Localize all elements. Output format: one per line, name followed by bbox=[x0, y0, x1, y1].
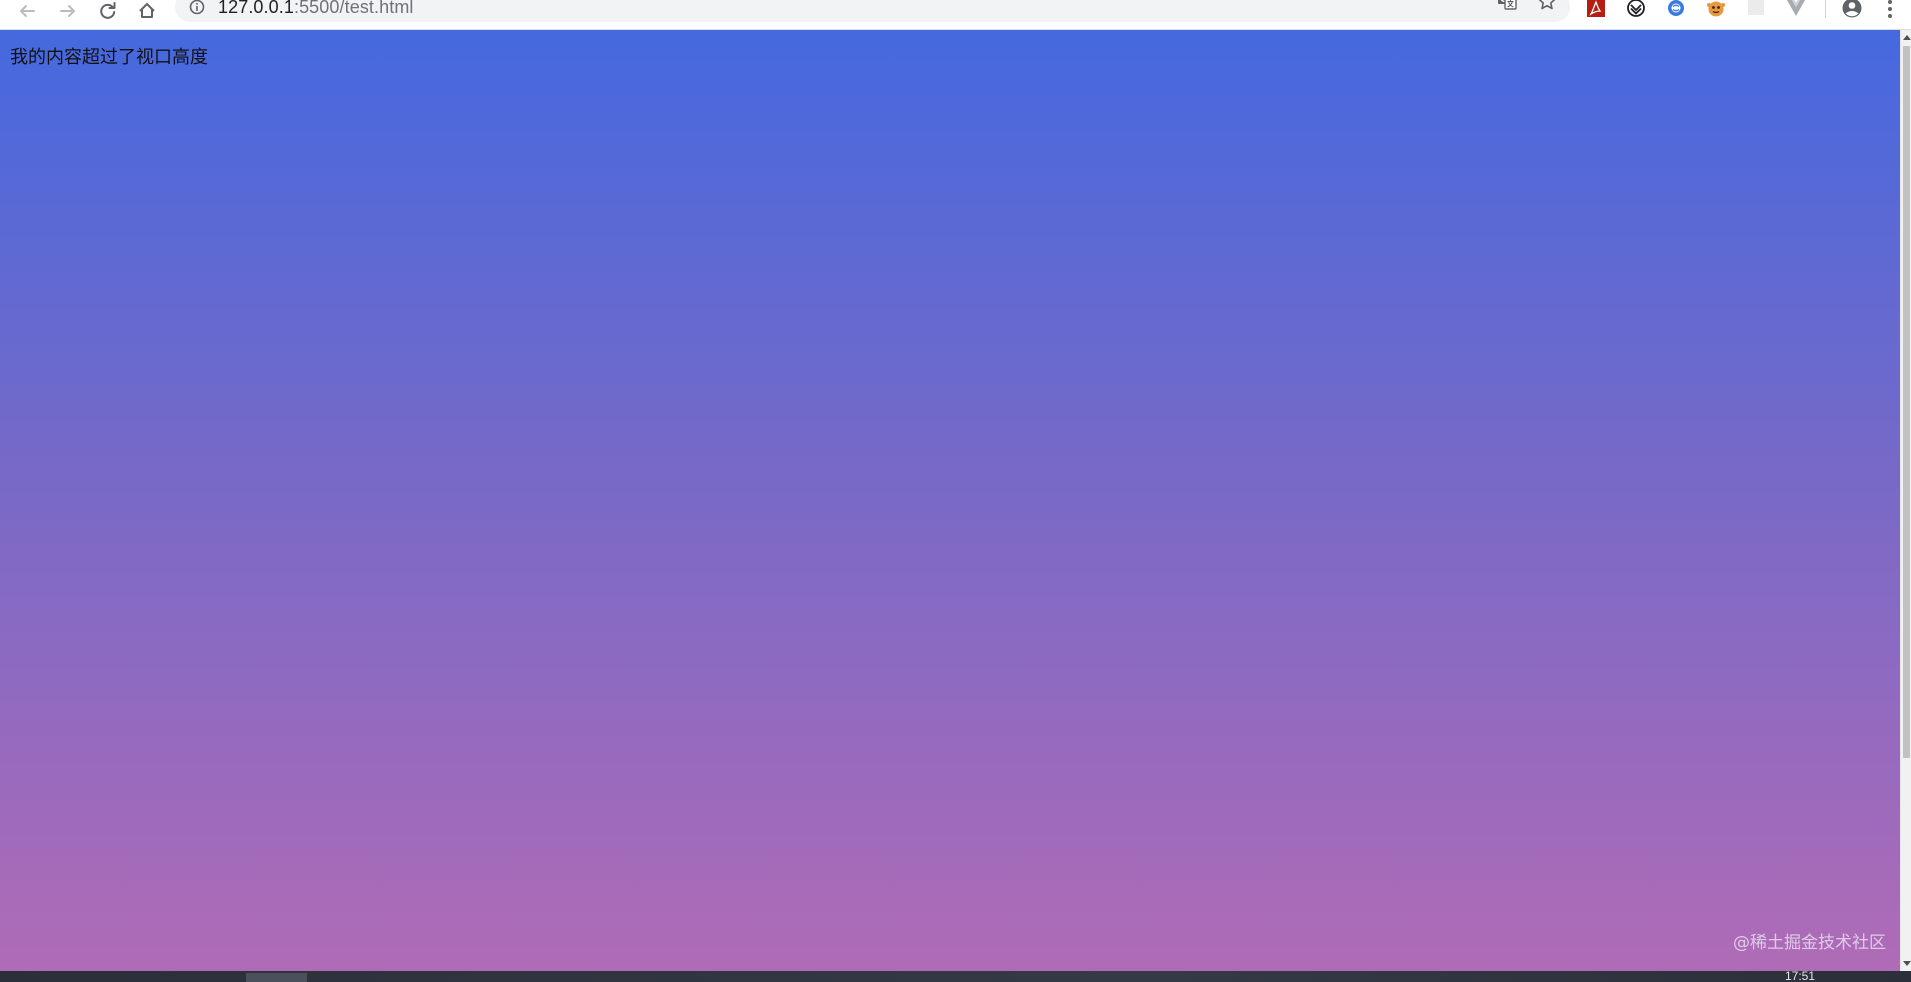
profile-avatar-icon bbox=[1842, 0, 1862, 18]
menu-kebab-icon bbox=[1888, 0, 1892, 18]
watermark: @稀土掘金技术社区 bbox=[1733, 933, 1886, 953]
profile-button[interactable] bbox=[1839, 0, 1865, 20]
scroll-up-arrow-icon bbox=[1902, 35, 1911, 40]
vertical-scrollbar[interactable] bbox=[1900, 30, 1911, 971]
url-text[interactable]: 127.0.0.1:5500/test.html bbox=[218, 0, 414, 18]
scroll-thumb[interactable] bbox=[1903, 46, 1910, 758]
acrobat-extension-icon bbox=[1587, 0, 1605, 17]
address-bar[interactable]: 127.0.0.1:5500/test.html G bbox=[175, 0, 1570, 22]
tampermonkey-extension-icon bbox=[1707, 1, 1725, 17]
toolbar-separator bbox=[1825, 0, 1826, 18]
home-button[interactable] bbox=[131, 0, 163, 22]
translate-button[interactable]: G bbox=[1495, 0, 1519, 12]
vue-devtools-extension-button[interactable] bbox=[1783, 0, 1809, 20]
bookmark-star-icon bbox=[1538, 0, 1556, 10]
acrobat-extension-button[interactable] bbox=[1583, 0, 1609, 20]
blank-extension-button[interactable] bbox=[1743, 0, 1769, 20]
back-arrow-icon bbox=[20, 5, 35, 17]
url-host: 127.0.0.1 bbox=[218, 0, 294, 17]
page-viewport: 我的内容超过了视口高度 @稀土掘金技术社区 bbox=[0, 30, 1900, 971]
menu-button[interactable] bbox=[1880, 0, 1900, 20]
chrome-extension-blue-button[interactable] bbox=[1663, 0, 1689, 20]
scroll-up-button[interactable] bbox=[1901, 30, 1911, 44]
blank-extension-icon bbox=[1748, 0, 1764, 15]
tampermonkey-extension-button[interactable] bbox=[1703, 0, 1729, 20]
forward-arrow-icon bbox=[60, 5, 75, 17]
wappalyzer-extension-icon bbox=[1627, 0, 1645, 17]
vue-devtools-extension-icon bbox=[1787, 0, 1805, 16]
reload-icon bbox=[100, 2, 116, 19]
taskbar-active-app[interactable] bbox=[246, 973, 307, 982]
translate-icon: G bbox=[1498, 0, 1517, 10]
bookmark-button[interactable] bbox=[1535, 0, 1559, 12]
browser-toolbar: 127.0.0.1:5500/test.html G bbox=[0, 0, 1911, 30]
wappalyzer-extension-button[interactable] bbox=[1623, 0, 1649, 20]
scroll-down-arrow-icon bbox=[1902, 961, 1911, 966]
forward-button[interactable] bbox=[52, 0, 84, 22]
reload-button[interactable] bbox=[92, 0, 124, 22]
os-taskbar: 17:51 bbox=[0, 971, 1911, 982]
scroll-down-button[interactable] bbox=[1901, 957, 1911, 971]
page-content-text: 我的内容超过了视口高度 bbox=[10, 47, 208, 68]
url-path: :5500/test.html bbox=[293, 0, 414, 17]
chrome-extension-blue-icon bbox=[1668, 0, 1684, 16]
taskbar-clock[interactable]: 17:51 bbox=[1785, 971, 1815, 982]
home-icon bbox=[139, 3, 155, 18]
site-info-icon[interactable] bbox=[189, 0, 205, 15]
back-button[interactable] bbox=[11, 0, 43, 22]
